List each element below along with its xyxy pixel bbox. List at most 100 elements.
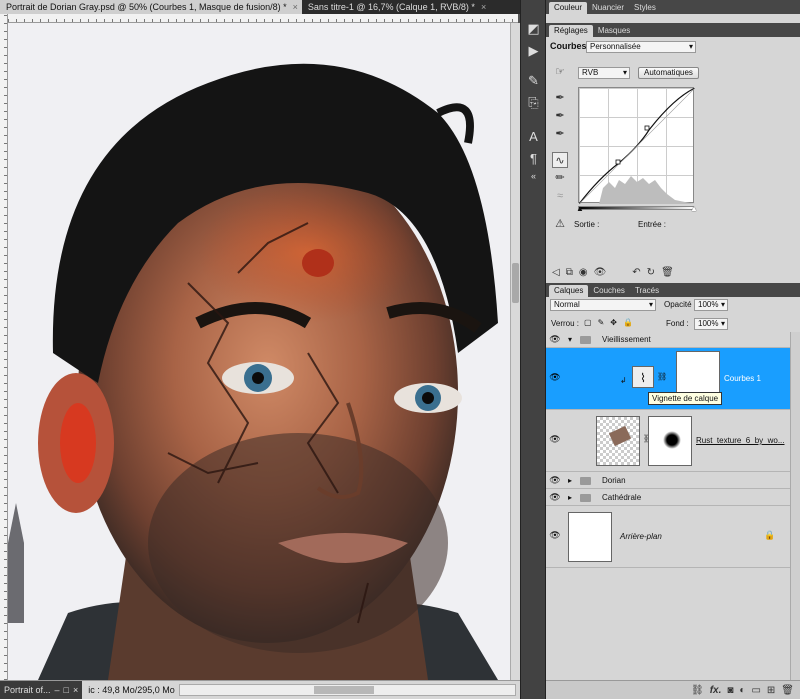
new-group-icon[interactable]: ▭	[751, 685, 760, 696]
opacity-input[interactable]: 100%	[694, 299, 728, 311]
trash-icon[interactable]: 🗑	[781, 685, 794, 696]
layer-group-cathedrale[interactable]: 👁 ▸ Cathédrale	[546, 489, 800, 506]
play-icon[interactable]: ▶	[525, 42, 542, 59]
auto-button[interactable]: Automatiques	[638, 67, 699, 79]
tab-reglages[interactable]: Réglages	[549, 25, 593, 37]
minimized-document[interactable]: Portrait of... – □ ×	[0, 680, 83, 699]
new-layer-icon[interactable]: ⊞	[767, 685, 775, 696]
photoshop-window: Portrait de Dorian Gray.psd @ 50% (Courb…	[0, 0, 800, 699]
pencil-icon[interactable]: ✏	[552, 170, 568, 186]
layer-name: Courbes 1	[724, 374, 761, 383]
close-icon[interactable]: ×	[481, 0, 486, 14]
layer-name: Arrière-plan	[620, 532, 662, 541]
chevron-left-icon[interactable]: «	[525, 168, 542, 185]
expand-icon[interactable]: ▸	[568, 493, 572, 502]
tab-calques[interactable]: Calques	[549, 285, 589, 297]
eye-icon[interactable]: 👁	[549, 492, 561, 504]
text-icon[interactable]: A	[525, 128, 542, 145]
layer-rust-texture[interactable]: 👁 ⛓ Rust_texture_6_by_wo...	[546, 410, 800, 472]
trash-icon[interactable]: 🗑	[661, 267, 674, 278]
blend-mode-select[interactable]: Normal	[550, 299, 656, 311]
vertical-scrollbar[interactable]	[510, 23, 520, 680]
horizontal-scrollbar[interactable]	[178, 684, 516, 696]
curves-graph[interactable]	[578, 87, 696, 205]
channel-select[interactable]: RVB	[578, 67, 630, 79]
white-eyedropper-icon[interactable]: ✒	[552, 126, 568, 142]
link-layers-icon[interactable]: ⛓	[691, 685, 704, 696]
eye-icon[interactable]: 👁	[549, 434, 561, 446]
preset-select[interactable]: Personnalisée	[586, 41, 696, 53]
close-icon[interactable]: ×	[73, 685, 78, 695]
clone-source-icon[interactable]: ⎘	[525, 94, 542, 111]
document-tab-bar: Portrait de Dorian Gray.psd @ 50% (Courb…	[0, 0, 520, 14]
black-point-slider-icon[interactable]: ▲	[576, 204, 584, 213]
lock-icon: 🔒	[764, 530, 776, 540]
tab-couches[interactable]: Couches	[588, 285, 630, 297]
fill-input[interactable]: 100%	[694, 318, 728, 330]
curve-line	[578, 87, 696, 205]
lock-pixels-icon[interactable]: ✎	[598, 318, 605, 327]
hand-adjust-icon[interactable]: ☞	[552, 64, 568, 80]
view-previous-icon[interactable]: ↶	[632, 267, 640, 278]
clipping-warning-icon[interactable]: ⚠	[552, 216, 568, 232]
expand-icon[interactable]: ▸	[568, 476, 572, 485]
adjust-footer: ◁ ⧉ ◉ 👁 ↶ ↻ 🗑	[546, 265, 800, 279]
tab-masques[interactable]: Masques	[593, 25, 635, 37]
eye-icon[interactable]: 👁	[549, 530, 561, 542]
lock-all-icon[interactable]: 🔒	[623, 318, 633, 327]
scrollbar-thumb[interactable]	[512, 263, 519, 303]
right-panels: Couleur Nuancier Styles Réglages Masques…	[546, 0, 800, 699]
paragraph-icon[interactable]: ¶	[525, 150, 542, 167]
document-tab-portrait[interactable]: Portrait de Dorian Gray.psd @ 50% (Courb…	[0, 0, 302, 14]
layer-group-dorian[interactable]: 👁 ▸ Dorian	[546, 472, 800, 489]
panel-dock: ◩ ▶ ✎ ⎘ A ¶ «	[520, 0, 546, 699]
eye-icon[interactable]: 👁	[549, 475, 561, 487]
input-label: Entrée :	[638, 220, 667, 229]
color-panel-tabs: Couleur Nuancier Styles	[546, 0, 800, 14]
add-mask-icon[interactable]: ◙	[727, 685, 733, 696]
restore-icon[interactable]: □	[64, 685, 69, 695]
curve-point-icon[interactable]: ∿	[552, 152, 568, 168]
layer-mask-thumbnail[interactable]	[648, 416, 692, 466]
mask-preview	[663, 431, 681, 449]
tab-couleur[interactable]: Couleur	[549, 2, 588, 14]
document-tab-sans-titre[interactable]: Sans titre-1 @ 16,7% (Calque 1, RVB/8) *…	[302, 0, 490, 14]
adjustment-layer-icon[interactable]: ◐	[739, 685, 745, 696]
swatch-icon[interactable]: ◩	[525, 20, 542, 37]
minimize-icon[interactable]: –	[55, 685, 60, 695]
reset-icon[interactable]: ↻	[647, 267, 655, 278]
layer-thumbnail	[568, 512, 612, 562]
back-icon[interactable]: ◁	[552, 267, 560, 278]
layer-name: Rust_texture_6_by_wo...	[696, 436, 785, 445]
document-tab-label: Portrait de Dorian Gray.psd @ 50% (Courb…	[6, 2, 287, 12]
texture-preview	[608, 425, 632, 447]
white-point-slider-icon[interactable]: ▲	[690, 204, 698, 213]
eye-icon[interactable]: 👁	[594, 267, 607, 278]
document-canvas[interactable]	[8, 23, 510, 680]
tab-traces[interactable]: Tracés	[630, 285, 664, 297]
eye-icon[interactable]: 👁	[549, 334, 561, 346]
tab-nuancier[interactable]: Nuancier	[587, 2, 629, 14]
black-eyedropper-icon[interactable]: ✒	[552, 90, 568, 106]
layer-name: Dorian	[602, 476, 626, 485]
lock-position-icon[interactable]: ✥	[610, 318, 617, 327]
close-icon[interactable]: ×	[293, 0, 298, 14]
eye-icon[interactable]: 👁	[549, 372, 561, 384]
input-gradient	[578, 206, 694, 210]
brush-preset-icon[interactable]: ✎	[525, 72, 542, 89]
fx-icon[interactable]: fx.	[710, 685, 722, 696]
tab-styles[interactable]: Styles	[629, 2, 661, 14]
curves-header: Courbes	[550, 41, 587, 51]
layer-background[interactable]: 👁 Arrière-plan 🔒	[546, 506, 800, 568]
layer-group-vieillissement[interactable]: 👁 ▾ Vieillissement	[546, 332, 800, 348]
visibility-icon[interactable]: ◉	[579, 267, 588, 278]
lock-transparency-icon[interactable]: ▢	[584, 318, 592, 327]
link-icon: ⛓	[657, 372, 668, 381]
expand-icon[interactable]: ▾	[568, 335, 572, 344]
minimized-title: Portrait of...	[4, 685, 51, 695]
layers-scrollbar[interactable]	[790, 332, 800, 680]
smooth-icon[interactable]: ≈	[552, 188, 568, 204]
clip-layer-icon[interactable]: ⧉	[566, 267, 573, 278]
gray-eyedropper-icon[interactable]: ✒	[552, 108, 568, 124]
layers-list[interactable]: 👁 ▾ Vieillissement 👁 ↲ ⌇ ⛓ Courbes 1 Vig…	[546, 332, 800, 680]
